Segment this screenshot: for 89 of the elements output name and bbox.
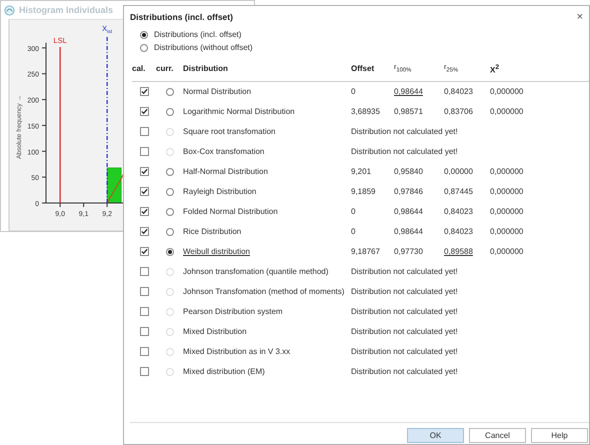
status-message: Distribution not calculated yet! xyxy=(351,147,458,156)
column-header: curr. xyxy=(156,52,183,82)
distribution-name[interactable]: Johnson Transfomation (method of moments) xyxy=(183,287,344,296)
r100-value: 0,97730 xyxy=(394,247,423,256)
chi-square-value: 0,000000 xyxy=(490,107,524,116)
distribution-name[interactable]: Normal Distribution xyxy=(183,87,252,96)
close-button[interactable]: × xyxy=(576,11,583,23)
distribution-name[interactable]: Pearson Distribution system xyxy=(183,307,283,316)
r100-value: 0,97846 xyxy=(394,187,423,196)
offset-value: 0 xyxy=(351,227,356,236)
dialog-title: Distributions (incl. offset) xyxy=(130,12,233,22)
dialog-button[interactable]: Help xyxy=(531,428,588,443)
checkbox[interactable] xyxy=(140,127,148,136)
distribution-name[interactable]: Mixed distribution (EM) xyxy=(183,367,265,376)
checkbox[interactable] xyxy=(140,267,148,276)
r25-value: 0,00000 xyxy=(444,167,473,176)
r100-value: 0,98571 xyxy=(394,107,423,116)
r100-value: 0,98644 xyxy=(394,87,423,96)
dialog-button[interactable]: Cancel xyxy=(469,428,526,443)
r25-value: 0,84023 xyxy=(444,227,473,236)
distribution-name[interactable]: Rice Distribution xyxy=(183,227,242,236)
offset-value: 9,18767 xyxy=(351,247,380,256)
status-message: Distribution not calculated yet! xyxy=(351,347,458,356)
chi-square-value: 0,000000 xyxy=(490,227,524,236)
r25-value: 0,87445 xyxy=(444,187,473,196)
distribution-name[interactable]: Box-Cox transfomation xyxy=(183,147,264,156)
status-message: Distribution not calculated yet! xyxy=(351,327,458,336)
checkbox[interactable] xyxy=(140,87,148,96)
checkbox[interactable] xyxy=(140,187,148,196)
checkbox[interactable] xyxy=(140,147,148,156)
checkbox[interactable] xyxy=(140,307,148,316)
distribution-name[interactable]: Folded Normal Distribution xyxy=(183,207,278,216)
column-header: Offset xyxy=(351,52,394,82)
checkbox[interactable] xyxy=(140,347,148,356)
radio-button[interactable] xyxy=(166,228,174,236)
checkbox[interactable] xyxy=(140,367,148,376)
distribution-name[interactable]: Mixed Distribution as in V 3.xx xyxy=(183,347,290,356)
column-header: Distribution xyxy=(183,52,351,82)
window-title: Histogram Individuals xyxy=(19,5,114,15)
offset-value: 9,201 xyxy=(351,167,372,176)
chi-square-value: 0,000000 xyxy=(490,87,524,96)
radio-button[interactable] xyxy=(166,168,174,176)
r25-value: 0,83706 xyxy=(444,107,473,116)
chi-square-value: 0,000000 xyxy=(490,187,524,196)
chi-square-value: 0,000000 xyxy=(490,247,524,256)
checkbox[interactable] xyxy=(140,107,148,116)
distribution-name[interactable]: Logarithmic Normal Distribution xyxy=(183,107,295,116)
distribution-name[interactable]: Square root transfomation xyxy=(183,127,276,136)
radio-button[interactable] xyxy=(166,88,174,96)
checkbox[interactable] xyxy=(140,207,148,216)
radio-label[interactable]: Distributions (incl. offset) xyxy=(154,30,242,39)
offset-value: 0 xyxy=(351,87,356,96)
checkbox[interactable] xyxy=(140,167,148,176)
checkbox[interactable] xyxy=(140,287,148,296)
column-header: cal. xyxy=(132,52,156,82)
distribution-name[interactable]: Weibull distribution xyxy=(183,247,250,256)
offset-value: 0 xyxy=(351,207,356,216)
app-icon xyxy=(4,4,15,16)
offset-value: 3,68935 xyxy=(351,107,380,116)
distribution-name[interactable]: Half-Normal Distribution xyxy=(183,167,268,176)
chi-square-value: 0,000000 xyxy=(490,167,524,176)
checkbox[interactable] xyxy=(140,327,148,336)
radio-label[interactable]: Distributions (without offset) xyxy=(154,43,253,52)
distribution-name[interactable]: Rayleigh Distribution xyxy=(183,187,256,196)
r25-value: 0,84023 xyxy=(444,207,473,216)
radio-button[interactable] xyxy=(140,30,148,38)
r100-value: 0,98644 xyxy=(394,207,423,216)
distribution-name[interactable]: Mixed Distribution xyxy=(183,327,247,336)
checkbox[interactable] xyxy=(140,227,148,236)
radio-button[interactable] xyxy=(166,208,174,216)
dialog-button[interactable]: OK xyxy=(407,428,464,443)
status-message: Distribution not calculated yet! xyxy=(351,287,458,296)
radio-button[interactable] xyxy=(166,248,174,256)
radio-button[interactable] xyxy=(166,108,174,116)
r100-value: 0,98644 xyxy=(394,227,423,236)
status-message: Distribution not calculated yet! xyxy=(351,267,458,276)
r100-value: 0,95840 xyxy=(394,167,423,176)
radio-button[interactable] xyxy=(140,44,148,52)
column-header: X$^{2}$ xyxy=(490,52,589,82)
offset-value: 9,1859 xyxy=(351,187,376,196)
r25-value: 0,84023 xyxy=(444,87,473,96)
radio-button[interactable] xyxy=(166,188,174,196)
chi-square-value: 0,000000 xyxy=(490,207,524,216)
r25-value: 0,89588 xyxy=(444,247,473,256)
status-message: Distribution not calculated yet! xyxy=(351,127,458,136)
status-message: Distribution not calculated yet! xyxy=(351,367,458,376)
distribution-name[interactable]: Johnson transfomation (quantile method) xyxy=(183,267,328,276)
checkbox[interactable] xyxy=(140,247,148,256)
status-message: Distribution not calculated yet! xyxy=(351,307,458,316)
